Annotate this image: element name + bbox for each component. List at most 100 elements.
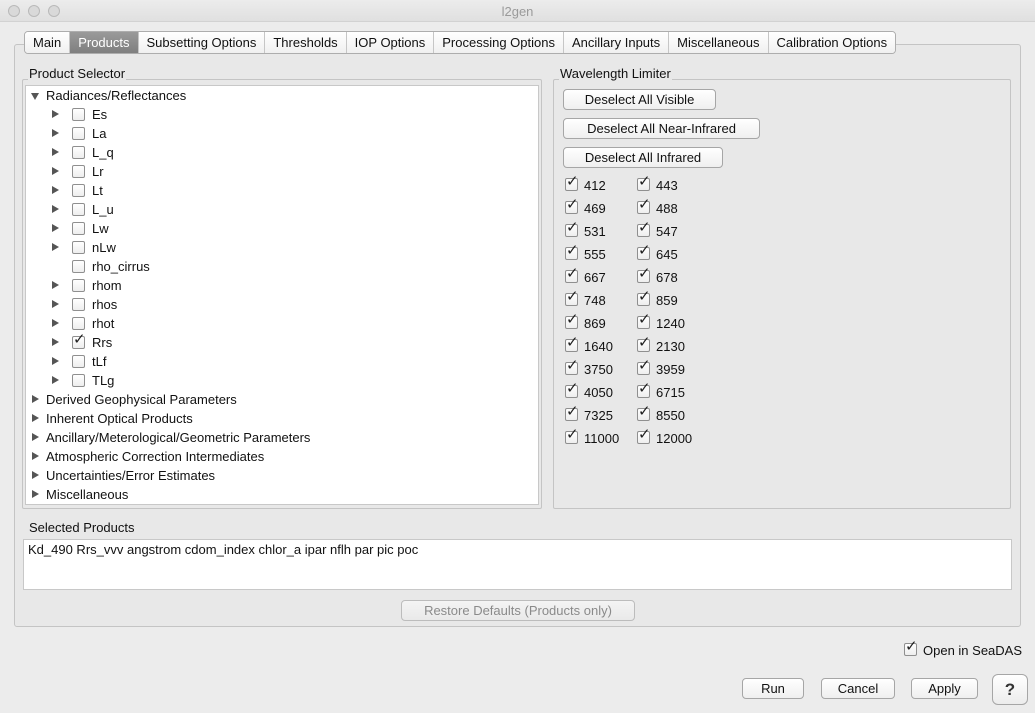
wavelength-checkbox[interactable]: ✓ [565, 220, 579, 237]
tab-processing-options[interactable]: Processing Options [434, 32, 564, 53]
tab-subsetting-options[interactable]: Subsetting Options [138, 32, 266, 53]
product-checkbox[interactable] [72, 279, 85, 292]
wavelength-checkbox[interactable]: ✓ [565, 266, 579, 283]
tab-thresholds[interactable]: Thresholds [265, 32, 347, 53]
wavelength-checkbox[interactable]: ✓ [637, 381, 651, 398]
product-checkbox[interactable]: ✓ [72, 332, 86, 349]
collapse-triangle-icon[interactable] [52, 129, 59, 137]
selected-products-field[interactable]: Kd_490 Rrs_vvv angstrom cdom_index chlor… [23, 539, 1012, 590]
collapse-triangle-icon[interactable] [52, 205, 59, 213]
collapse-triangle-icon[interactable] [52, 357, 59, 365]
product-checkbox[interactable] [72, 374, 85, 387]
collapse-triangle-icon[interactable] [52, 376, 59, 384]
expand-triangle-icon[interactable] [31, 93, 39, 100]
tree-item-label[interactable]: rhom [92, 276, 122, 295]
apply-button[interactable]: Apply [911, 678, 978, 699]
tree-item-label[interactable]: La [92, 124, 106, 143]
wavelength-checkbox[interactable]: ✓ [637, 358, 651, 375]
wavelength-checkbox[interactable]: ✓ [637, 197, 651, 214]
deselect-infrared-button[interactable]: Deselect All Infrared [563, 147, 723, 168]
wavelength-checkbox[interactable]: ✓ [565, 404, 579, 421]
tree-node-category[interactable]: Derived Geophysical Parameters [46, 390, 237, 409]
deselect-near-infrared-button[interactable]: Deselect All Near-Infrared [563, 118, 760, 139]
cancel-button[interactable]: Cancel [821, 678, 895, 699]
tree-item-label[interactable]: L_q [92, 143, 114, 162]
tab-iop-options[interactable]: IOP Options [346, 32, 435, 53]
deselect-visible-button[interactable]: Deselect All Visible [563, 89, 716, 110]
tree-item-label[interactable]: Lw [92, 219, 109, 238]
open-in-seadas-checkbox[interactable]: ✓ [904, 639, 918, 656]
wavelength-checkbox[interactable]: ✓ [637, 289, 651, 306]
collapse-triangle-icon[interactable] [52, 110, 59, 118]
product-checkbox[interactable] [72, 184, 85, 197]
product-checkbox[interactable] [72, 203, 85, 216]
collapse-triangle-icon[interactable] [32, 414, 39, 422]
collapse-triangle-icon[interactable] [52, 167, 59, 175]
wavelength-checkbox[interactable]: ✓ [565, 174, 579, 191]
run-button[interactable]: Run [742, 678, 804, 699]
wavelength-checkbox[interactable]: ✓ [565, 358, 579, 375]
wavelength-checkbox[interactable]: ✓ [565, 427, 579, 444]
tab-main[interactable]: Main [25, 32, 71, 53]
tree-item-label[interactable]: Rrs [92, 333, 112, 352]
tree-node-category[interactable]: Miscellaneous [46, 485, 128, 504]
tree-item-label[interactable]: rhot [92, 314, 114, 333]
wavelength-checkbox[interactable]: ✓ [637, 404, 651, 421]
collapse-triangle-icon[interactable] [52, 224, 59, 232]
product-checkbox[interactable] [72, 165, 85, 178]
tree-node-radiances-reflectances[interactable]: Radiances/Reflectances [46, 86, 186, 105]
tree-node-category[interactable]: Atmospheric Correction Intermediates [46, 447, 264, 466]
product-checkbox[interactable] [72, 241, 85, 254]
wavelength-checkbox[interactable]: ✓ [565, 243, 579, 260]
tree-item-label[interactable]: rhos [92, 295, 117, 314]
tree-item-label[interactable]: Es [92, 105, 107, 124]
wavelength-checkbox[interactable]: ✓ [637, 427, 651, 444]
wavelength-checkbox[interactable]: ✓ [565, 312, 579, 329]
wavelength-checkbox[interactable]: ✓ [565, 289, 579, 306]
collapse-triangle-icon[interactable] [32, 490, 39, 498]
tree-item-label[interactable]: Lr [92, 162, 104, 181]
collapse-triangle-icon[interactable] [32, 433, 39, 441]
collapse-triangle-icon[interactable] [32, 452, 39, 460]
wavelength-checkbox[interactable]: ✓ [565, 381, 579, 398]
collapse-triangle-icon[interactable] [52, 319, 59, 327]
collapse-triangle-icon[interactable] [52, 148, 59, 156]
collapse-triangle-icon[interactable] [52, 281, 59, 289]
collapse-triangle-icon[interactable] [32, 395, 39, 403]
tab-products[interactable]: Products [70, 32, 139, 53]
wavelength-checkbox[interactable]: ✓ [637, 174, 651, 191]
wavelength-checkbox[interactable]: ✓ [637, 220, 651, 237]
wavelength-checkbox[interactable]: ✓ [637, 312, 651, 329]
tree-node-category[interactable]: Inherent Optical Products [46, 409, 193, 428]
collapse-triangle-icon[interactable] [52, 243, 59, 251]
wavelength-checkbox[interactable]: ✓ [637, 266, 651, 283]
tree-node-category[interactable]: Ancillary/Meterological/Geometric Parame… [46, 428, 310, 447]
tree-item-label[interactable]: tLf [92, 352, 106, 371]
product-checkbox[interactable] [72, 108, 85, 121]
tab-calibration-options[interactable]: Calibration Options [768, 32, 896, 53]
product-checkbox[interactable] [72, 146, 85, 159]
tree-item-label[interactable]: Lt [92, 181, 103, 200]
product-checkbox[interactable] [72, 127, 85, 140]
wavelength-checkbox[interactable]: ✓ [565, 197, 579, 214]
collapse-triangle-icon[interactable] [52, 338, 59, 346]
tree-item-label[interactable]: rho_cirrus [92, 257, 150, 276]
wavelength-checkbox[interactable]: ✓ [565, 335, 579, 352]
tree-item-label[interactable]: L_u [92, 200, 114, 219]
collapse-triangle-icon[interactable] [52, 186, 59, 194]
product-tree[interactable]: Radiances/Reflectances Es La L_q Lr Lt L_u Lw nL… [25, 85, 539, 505]
tree-node-category[interactable]: Uncertainties/Error Estimates [46, 466, 215, 485]
restore-defaults-button[interactable]: Restore Defaults (Products only) [401, 600, 635, 621]
product-checkbox[interactable] [72, 317, 85, 330]
wavelength-checkbox[interactable]: ✓ [637, 243, 651, 260]
tab-miscellaneous[interactable]: Miscellaneous [669, 32, 769, 53]
wavelength-checkbox[interactable]: ✓ [637, 335, 651, 352]
product-checkbox[interactable] [72, 260, 85, 273]
product-checkbox[interactable] [72, 222, 85, 235]
tree-item-label[interactable]: TLg [92, 371, 114, 390]
help-button[interactable]: ? [992, 674, 1028, 705]
collapse-triangle-icon[interactable] [52, 300, 59, 308]
tree-item-label[interactable]: nLw [92, 238, 116, 257]
product-checkbox[interactable] [72, 355, 85, 368]
collapse-triangle-icon[interactable] [32, 471, 39, 479]
